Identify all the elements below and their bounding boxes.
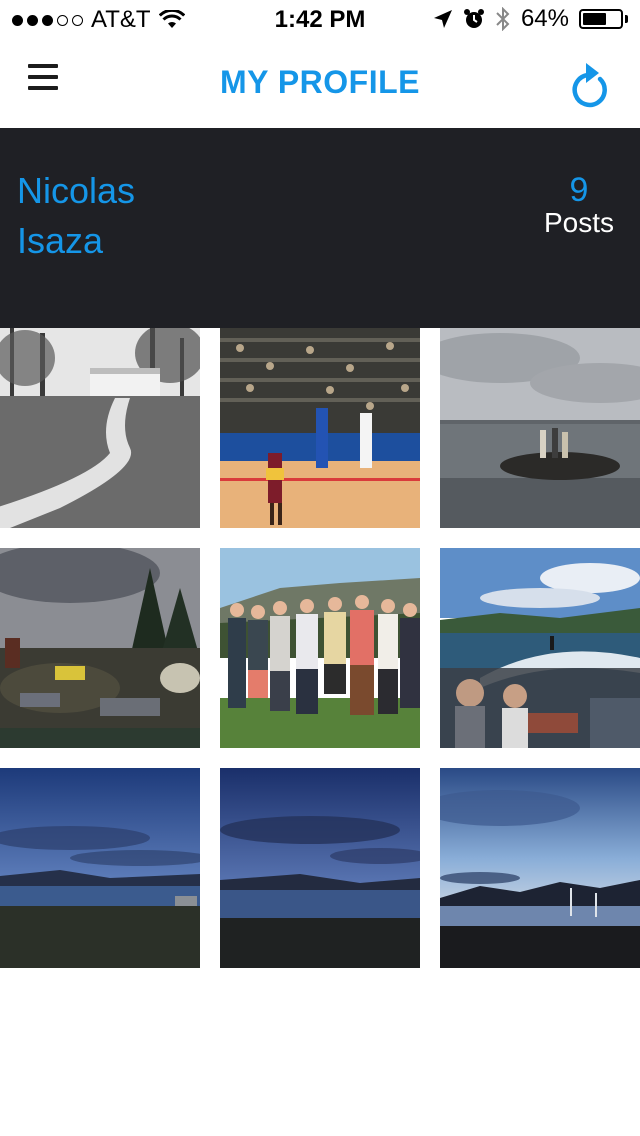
posts-count: 9 bbox=[569, 171, 589, 209]
location-arrow-icon bbox=[433, 10, 452, 28]
wifi-icon bbox=[158, 10, 185, 28]
photo-thumbnail[interactable] bbox=[0, 328, 200, 528]
alarm-icon bbox=[463, 9, 484, 28]
refresh-icon[interactable] bbox=[566, 60, 610, 108]
battery-percent: 64% bbox=[520, 5, 569, 32]
hamburger-menu-icon[interactable] bbox=[28, 64, 64, 100]
navigation-bar: MY PROFILE bbox=[0, 40, 640, 128]
battery-icon bbox=[579, 9, 623, 29]
posts-label: Posts bbox=[543, 207, 614, 238]
profile-last-name: Isaza bbox=[17, 220, 104, 261]
photo-thumbnail[interactable] bbox=[440, 328, 640, 528]
page-title: MY PROFILE bbox=[220, 64, 420, 100]
photo-thumbnail[interactable] bbox=[220, 548, 420, 748]
photo-thumbnail[interactable] bbox=[0, 768, 200, 968]
photo-thumbnail[interactable] bbox=[440, 768, 640, 968]
profile-first-name: Nicolas bbox=[17, 170, 136, 211]
photo-thumbnail[interactable] bbox=[220, 768, 420, 968]
screen: AT&T 1:42 PM 64% MY PROFILE Nicolas Isaz… bbox=[0, 0, 640, 1136]
carrier-label: AT&T bbox=[91, 6, 151, 33]
profile-header: Nicolas Isaza 9 Posts bbox=[0, 128, 640, 328]
profile-name: Nicolas Isaza bbox=[17, 166, 135, 266]
status-left: AT&T bbox=[12, 6, 185, 34]
photo-thumbnail[interactable] bbox=[0, 548, 200, 748]
bluetooth-icon bbox=[496, 7, 510, 31]
photo-thumbnail[interactable] bbox=[440, 548, 640, 748]
signal-strength-icon bbox=[12, 14, 83, 26]
posts-counter[interactable]: 9 Posts bbox=[544, 172, 614, 238]
status-right: 64% bbox=[433, 5, 628, 33]
status-bar: AT&T 1:42 PM 64% bbox=[0, 0, 640, 40]
photo-thumbnail[interactable] bbox=[220, 328, 420, 528]
